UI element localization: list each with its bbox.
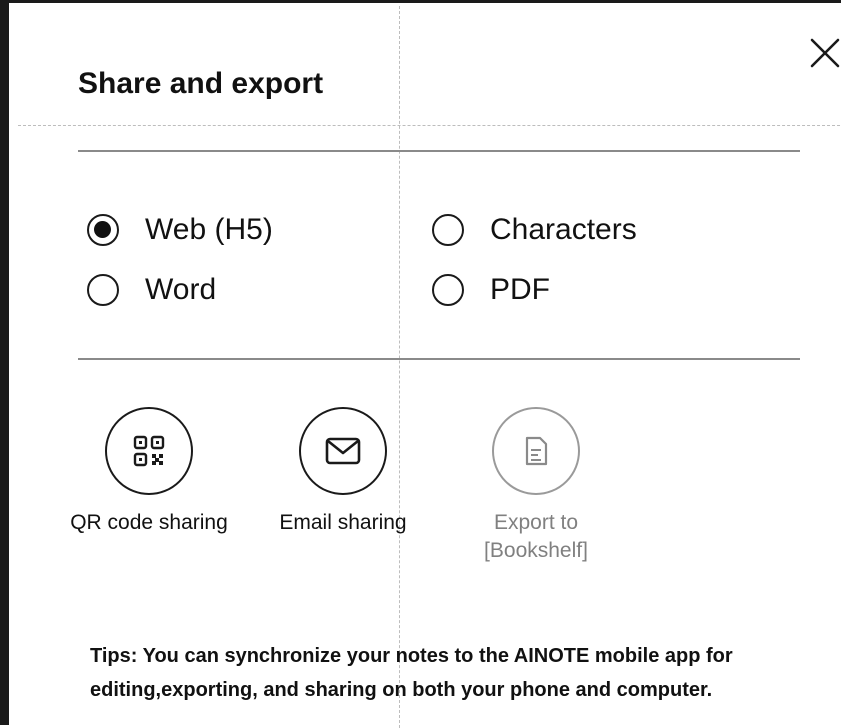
document-icon xyxy=(525,436,548,466)
radio-label-characters: Characters xyxy=(490,213,637,246)
middle-divider xyxy=(78,358,800,360)
close-button[interactable] xyxy=(805,33,841,73)
close-icon xyxy=(810,38,840,68)
radio-web-h5[interactable]: Web (H5) xyxy=(87,213,273,247)
radio-label-pdf: PDF xyxy=(490,273,550,306)
share-export-dialog: Share and export Web (H5) Characters Wor… xyxy=(0,0,841,728)
qr-code-button-circle xyxy=(105,407,193,495)
radio-label-word: Word xyxy=(145,273,217,306)
qr-code-icon xyxy=(133,435,165,467)
radio-word[interactable]: Word xyxy=(87,273,216,307)
qr-code-sharing-button[interactable]: QR code sharing xyxy=(69,407,229,537)
radio-unselected-icon xyxy=(432,274,464,306)
vertical-guide-line xyxy=(399,6,400,728)
export-label-line2: [Bookshelf] xyxy=(484,539,588,562)
envelope-icon xyxy=(325,437,361,465)
horizontal-guide-line xyxy=(18,125,841,126)
qr-code-sharing-label: QR code sharing xyxy=(70,511,228,534)
radio-unselected-icon xyxy=(432,214,464,246)
email-sharing-button[interactable]: Email sharing xyxy=(263,407,423,537)
radio-unselected-icon xyxy=(87,274,119,306)
top-divider xyxy=(78,150,800,152)
export-to-bookshelf-label: Export to [Bookshelf] xyxy=(484,509,588,565)
radio-label-web-h5: Web (H5) xyxy=(145,213,273,246)
export-button-circle xyxy=(492,407,580,495)
dialog-title: Share and export xyxy=(78,67,324,100)
email-sharing-label: Email sharing xyxy=(279,511,407,534)
tips-text: Tips: You can synchronize your notes to … xyxy=(90,639,810,707)
radio-characters[interactable]: Characters xyxy=(432,213,637,247)
email-button-circle xyxy=(299,407,387,495)
radio-pdf[interactable]: PDF xyxy=(432,273,550,307)
tips-line-2: editing,exporting, and sharing on both y… xyxy=(90,679,713,701)
export-label-line1: Export to xyxy=(493,511,579,534)
tips-line-1: Tips: You can synchronize your notes to … xyxy=(90,645,733,667)
radio-selected-icon xyxy=(87,214,119,246)
export-to-bookshelf-button[interactable]: Export to [Bookshelf] xyxy=(456,407,616,565)
